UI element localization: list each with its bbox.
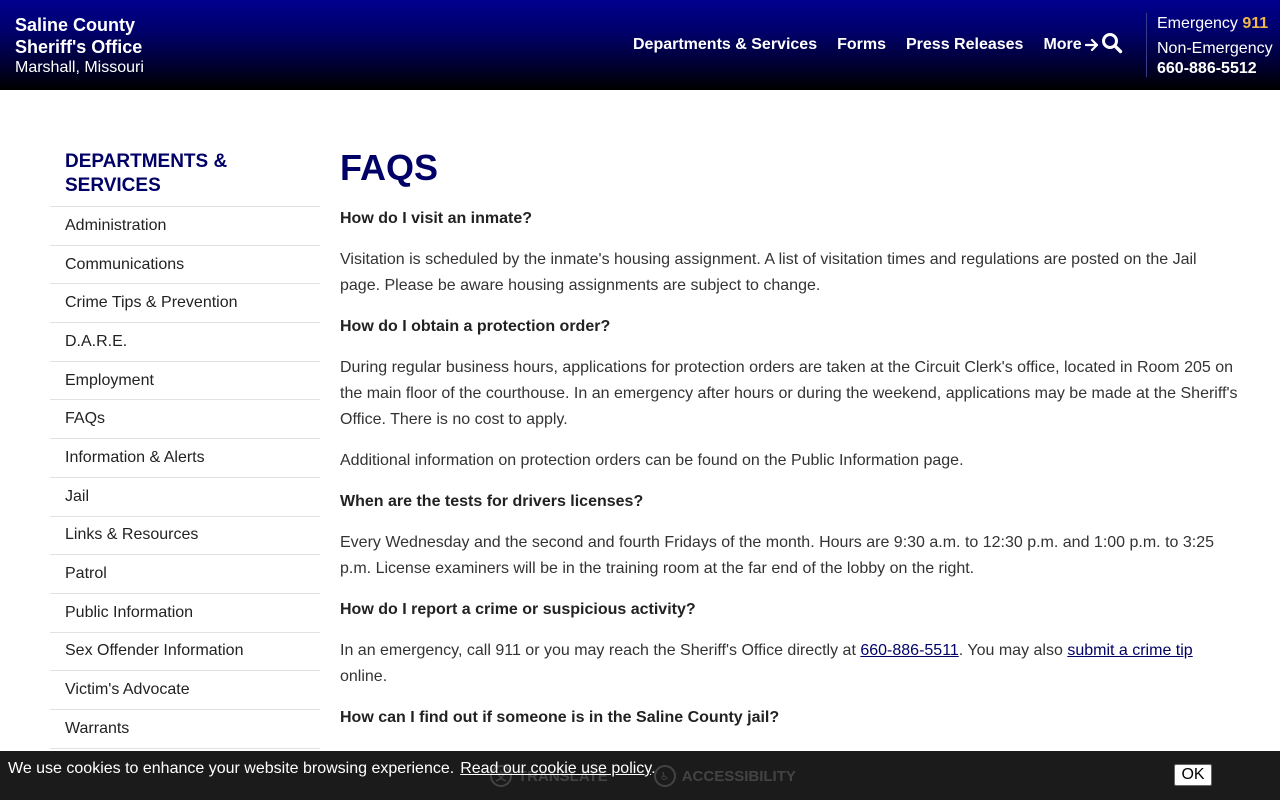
main-nav: Departments & Services Forms Press Relea… — [633, 33, 1099, 57]
sidebar-item-communications[interactable]: Communications — [50, 246, 320, 285]
arrow-right-icon — [1084, 38, 1098, 52]
nav-more[interactable]: More — [1043, 36, 1098, 54]
sidebar-item-victims-advocate[interactable]: Victim's Advocate — [50, 671, 320, 710]
sidebar-item-crime-tips[interactable]: Crime Tips & Prevention — [50, 284, 320, 324]
site-header: Saline County Sheriff's Office Marshall,… — [0, 0, 1280, 90]
sidebar-item-links-resources[interactable]: Links & Resources — [50, 517, 320, 556]
accessibility-label: ACCESSIBILITY — [681, 767, 796, 785]
sidebar-item-employment[interactable]: Employment — [50, 362, 320, 401]
cookie-ok-button[interactable]: OK — [1174, 764, 1212, 786]
sheriff-phone-link[interactable]: 660-886-5511 — [860, 642, 958, 659]
brand-location: Marshall, Missouri — [15, 59, 144, 76]
emergency-number: 911 — [1242, 15, 1269, 32]
emergency-line[interactable]: Emergency 911 — [1157, 14, 1273, 34]
faq-question: How can I find out if someone is in the … — [340, 709, 780, 726]
faq-answer: Visitation is scheduled by the inmate's … — [340, 251, 1197, 294]
nav-more-label: More — [1043, 36, 1082, 53]
faq-answer: Additional information on protection ord… — [340, 452, 964, 469]
sidebar-item-patrol[interactable]: Patrol — [50, 555, 320, 594]
emergency-contacts: Emergency 911 Non-Emergency 660-886-5512 — [1146, 13, 1273, 77]
page-title: FAQS — [340, 147, 439, 188]
sidebar-menu: Administration Communications Crime Tips… — [50, 207, 320, 749]
faq-question: How do I visit an inmate? — [340, 210, 533, 227]
cookie-link-suffix: . — [651, 760, 656, 777]
answer-text: online. — [340, 668, 388, 685]
accessibility-icon: ♿ — [653, 765, 676, 787]
sidebar-title: Departments & Services — [50, 150, 320, 207]
cookie-message: We use cookies to enhance your website b… — [8, 760, 656, 778]
search-button[interactable] — [1101, 32, 1123, 54]
sidebar-item-sex-offender-information[interactable]: Sex Offender Information — [50, 633, 320, 672]
answer-text: In an emergency, call 911 or you may rea… — [340, 642, 861, 659]
answer-text: . You may also — [958, 642, 1068, 659]
sidebar-item-dare[interactable]: D.A.R.E. — [50, 323, 320, 362]
faq-answer: During regular business hours, applicati… — [340, 359, 1238, 428]
faq-answer: Every Wednesday and the second and fourt… — [340, 534, 1214, 577]
search-icon — [1102, 33, 1123, 54]
sidebar: Departments & Services Administration Co… — [50, 150, 320, 749]
cookie-message-text: We use cookies to enhance your website b… — [8, 760, 455, 777]
non-emergency-number[interactable]: 660-886-5512 — [1157, 59, 1273, 79]
submit-crime-tip-link[interactable]: submit a crime tip — [1067, 642, 1192, 659]
faq-question: When are the tests for drivers licenses? — [340, 493, 644, 510]
non-emergency-label: Non-Emergency — [1157, 40, 1273, 57]
sidebar-item-information-alerts[interactable]: Information & Alerts — [50, 439, 320, 478]
brand-name-line2: Sheriff's Office — [15, 37, 143, 57]
nav-press-releases[interactable]: Press Releases — [906, 36, 1023, 54]
main-content: FAQS How do I visit an inmate? Visitatio… — [340, 146, 1240, 746]
nav-departments-services[interactable]: Departments & Services — [633, 36, 817, 54]
faq-question: How do I report a crime or suspicious ac… — [340, 601, 696, 618]
sidebar-item-public-information[interactable]: Public Information — [50, 594, 320, 633]
site-brand[interactable]: Saline County Sheriff's Office Marshall,… — [15, 14, 144, 79]
sidebar-item-faqs[interactable]: FAQs — [50, 400, 320, 440]
cookie-banner: 文 TRANSLATE ♿ ACCESSIBILITY We use cooki… — [0, 751, 1280, 800]
nav-forms[interactable]: Forms — [837, 36, 886, 54]
faq-question: How do I obtain a protection order? — [340, 318, 611, 335]
faq-answer: In an emergency, call 911 or you may rea… — [340, 638, 1240, 690]
sidebar-item-jail[interactable]: Jail — [50, 478, 320, 517]
sidebar-item-warrants[interactable]: Warrants — [50, 710, 320, 749]
cookie-policy-link[interactable]: Read our cookie use policy — [460, 760, 651, 777]
brand-name-line1: Saline County — [15, 15, 136, 35]
emergency-label: Emergency — [1157, 15, 1238, 32]
sidebar-item-administration[interactable]: Administration — [50, 207, 320, 246]
